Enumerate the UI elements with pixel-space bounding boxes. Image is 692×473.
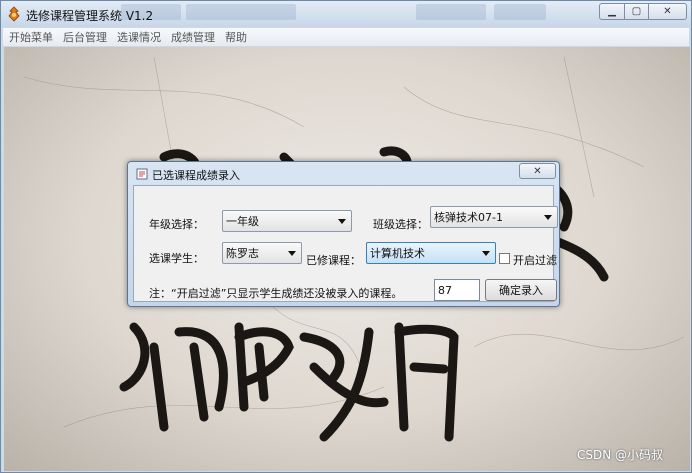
chevron-down-icon	[338, 219, 346, 224]
grade-label: 年级选择：	[149, 218, 204, 231]
filter-label: 开启过滤	[513, 254, 557, 267]
minimize-button[interactable]: ▁	[599, 3, 625, 20]
score-input[interactable]: 87	[434, 279, 480, 301]
window-title: 选修课程管理系统 V1.2	[26, 9, 154, 23]
titlebar-blur	[416, 4, 486, 20]
student-label: 选课学生：	[149, 252, 204, 265]
titlebar-blur	[186, 4, 296, 20]
submit-score-button[interactable]: 确定录入	[485, 279, 557, 301]
course-label: 已修课程：	[306, 254, 361, 267]
close-button[interactable]: ✕	[649, 3, 687, 20]
menu-grades[interactable]: 成绩管理	[167, 29, 219, 45]
class-select-value: 核弹技术07-1	[434, 211, 503, 224]
score-input-value: 87	[438, 283, 452, 297]
dialog-icon	[136, 168, 148, 180]
grade-select[interactable]: 一年级	[222, 210, 352, 232]
student-select[interactable]: 陈罗志	[222, 242, 302, 264]
class-label: 班级选择：	[373, 218, 428, 231]
menu-help[interactable]: 帮助	[221, 29, 251, 45]
score-entry-dialog: 已选课程成绩录入 ✕ 年级选择： 一年级 班级选择： 核弹技术07-1 选课学生…	[127, 161, 560, 307]
maximize-button[interactable]: ▢	[625, 3, 649, 20]
student-select-value: 陈罗志	[226, 247, 259, 260]
dialog-body: 年级选择： 一年级 班级选择： 核弹技术07-1 选课学生： 陈罗志 已修课程：…	[133, 185, 558, 302]
title-bar[interactable]: 选修课程管理系统 V1.2 ▁ ▢ ✕	[1, 1, 691, 27]
chevron-down-icon	[482, 251, 490, 256]
titlebar-blur	[494, 4, 546, 20]
course-select[interactable]: 计算机技术	[366, 242, 496, 264]
menu-bar: 开始菜单 后台管理 选课情况 成绩管理 帮助	[3, 28, 689, 46]
app-icon	[8, 6, 20, 22]
close-icon: ✕	[663, 6, 672, 17]
course-select-value: 计算机技术	[370, 247, 425, 260]
minimize-icon: ▁	[608, 6, 616, 17]
watermark: CSDN @小码叔	[577, 448, 664, 462]
chevron-down-icon	[288, 251, 296, 256]
chevron-down-icon	[544, 215, 552, 220]
grade-select-value: 一年级	[226, 215, 259, 228]
class-select[interactable]: 核弹技术07-1	[430, 206, 558, 228]
menu-start[interactable]: 开始菜单	[5, 29, 57, 45]
dialog-close-button[interactable]: ✕	[519, 163, 556, 179]
dialog-title: 已选课程成绩录入	[152, 169, 240, 182]
menu-admin[interactable]: 后台管理	[59, 29, 111, 45]
maximize-icon: ▢	[631, 6, 642, 17]
filter-note: 注：“开启过滤”只显示学生成绩还没被录入的课程。	[149, 287, 403, 300]
filter-checkbox[interactable]	[499, 253, 510, 264]
menu-course-status[interactable]: 选课情况	[113, 29, 165, 45]
close-icon: ✕	[533, 165, 542, 177]
